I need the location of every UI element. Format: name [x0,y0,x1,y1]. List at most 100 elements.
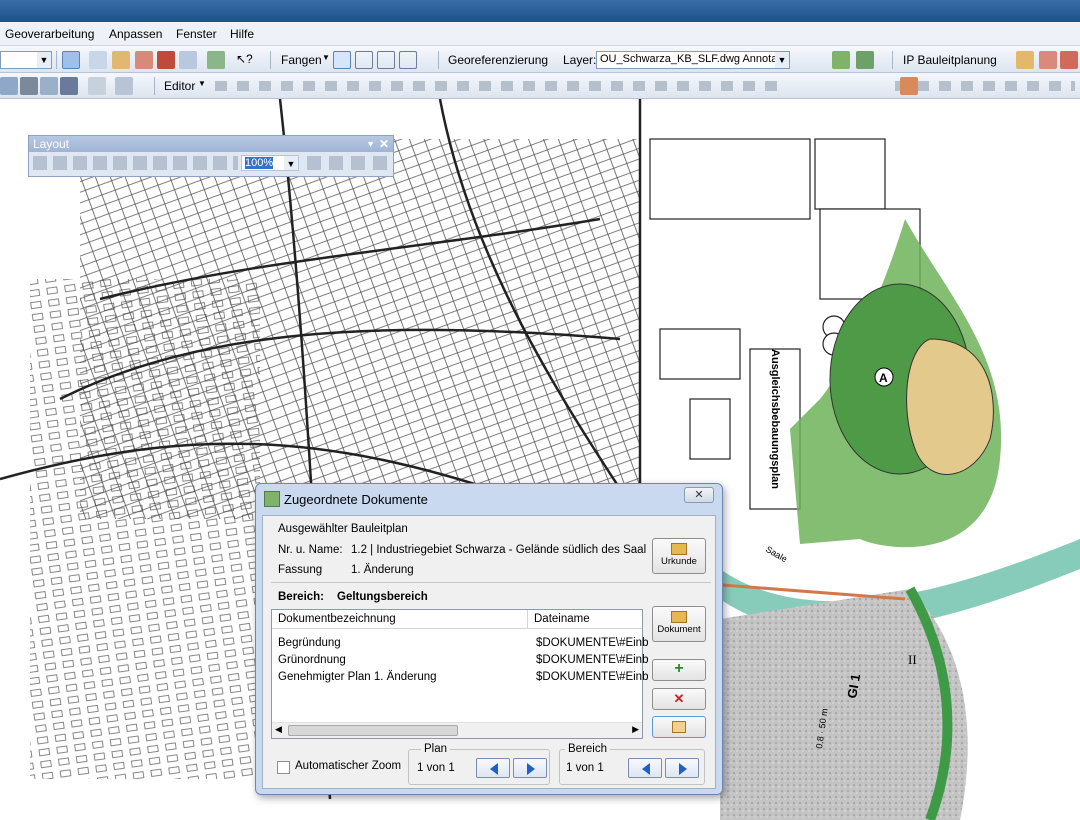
close-icon[interactable]: ✕ [379,136,389,152]
model-builder-icon[interactable] [207,51,225,69]
column-header-dateiname[interactable]: Dateiname [528,610,642,629]
separator [270,51,271,69]
link-table-icon[interactable] [856,51,874,69]
table-row[interactable]: Grünordnung $DOKUMENTE\#Einb [272,652,648,669]
chevron-down-icon: ▼ [775,52,789,68]
dokument-button-label: Dokument [657,624,701,635]
arrow-left-icon [642,763,650,775]
help-pointer-icon[interactable]: ↖? [236,52,253,66]
scale-combo[interactable]: ▼ [0,51,52,69]
menu-fenster[interactable]: Fenster [176,27,217,41]
ip-bauleitplanung-menu[interactable]: IP Bauleitplanung [903,53,997,67]
plan-delete-icon[interactable] [1060,51,1078,69]
snap-point-icon[interactable] [333,51,351,69]
scrollbar-thumb[interactable] [288,725,458,736]
table-row[interactable]: Genehmigter Plan 1. Änderung $DOKUMENTE\… [272,669,648,686]
editing-tools-disabled [215,81,785,91]
python-window-icon[interactable] [179,51,197,69]
layout-tools-disabled [33,156,238,170]
snap-edge-icon[interactable] [399,51,417,69]
plan-nav-label: Plan [421,743,451,755]
column-header-bezeichnung[interactable]: Dokumentbezeichnung [272,610,528,629]
layout-toolbar: Layout ▼ ✕ 100% ▼ [28,135,394,177]
plan-prev-button[interactable] [476,758,510,778]
snap-end-icon[interactable] [355,51,373,69]
layout-zoom-value: 100% [245,157,274,169]
edit-sketch-icon[interactable] [62,51,80,69]
toolbar-editor: Editor ▼ [0,73,1080,99]
close-button[interactable]: ✕ [684,487,714,503]
arrow-left-icon [490,763,498,775]
edit-document-icon [672,721,686,733]
add-control-points-icon[interactable] [832,51,850,69]
open-folder-icon[interactable] [1016,51,1034,69]
separator [56,51,57,69]
network-icon[interactable] [40,77,58,95]
map-label-a: A [879,371,888,385]
go-to-xy-icon[interactable] [60,77,78,95]
binoculars-icon[interactable] [20,77,38,95]
plan-edit-icon[interactable] [1039,51,1057,69]
plan-tools-disabled [895,81,1075,91]
menu-geoverarbeitung[interactable]: Geoverarbeitung [5,27,94,41]
nr-value: 1.2 | Industriegebiet Schwarza - Gelände… [351,544,647,556]
edit-button[interactable] [652,716,706,738]
bereich-value: Geltungsbereich [337,591,428,603]
snap-vertex-icon[interactable] [377,51,395,69]
chevron-down-icon: ▼ [198,79,206,88]
layout-zoom-select[interactable]: 100% ▼ [241,155,299,171]
georeferenzierung-menu[interactable]: Georeferenzierung [448,53,548,67]
table-row[interactable]: Begründung $DOKUMENTE\#Einb [272,635,648,652]
fassung-label: Fassung [278,564,323,576]
nr-label: Nr. u. Name: [278,544,343,556]
table-icon[interactable] [89,51,107,69]
dokument-button[interactable]: Dokument [652,606,706,642]
scroll-left-icon[interactable]: ◀ [275,724,282,735]
add-button[interactable]: + [652,659,706,681]
urkunde-button-label: Urkunde [661,556,697,567]
plus-icon: + [674,660,684,677]
plan-next-button[interactable] [513,758,547,778]
layout-toolbar-title: Layout ▼ ✕ [29,136,393,152]
urkunde-button[interactable]: Urkunde [652,538,706,574]
chevron-down-icon: ▼ [322,53,330,62]
folder-icon [671,611,687,623]
delete-button[interactable]: ✕ [652,688,706,710]
search-window-icon[interactable] [135,51,153,69]
horizontal-scrollbar[interactable]: ◀ ▶ [272,722,642,738]
layer-select[interactable]: OU_Schwarza_KB_SLF.dwg Annota ▼ [596,51,790,69]
catalog-icon[interactable] [112,51,130,69]
separator [438,51,439,69]
auto-zoom-checkbox[interactable] [277,761,290,774]
group-label: Ausgewählter Bauleitplan [278,523,408,535]
chevron-down-icon[interactable]: ▼ [366,136,375,152]
dialog-zugeordnete-dokumente: Zugeordnete Dokumente ✕ Ausgewählter Bau… [255,483,723,795]
separator [892,51,893,69]
layout-tools-2[interactable] [307,156,387,170]
measure-icon[interactable] [88,77,106,95]
row-file: $DOKUMENTE\#Einb [536,637,649,649]
magnifier-icon[interactable] [115,77,133,95]
layer-select-value: OU_Schwarza_KB_SLF.dwg Annota [600,53,778,65]
menu-anpassen[interactable]: Anpassen [109,27,162,41]
bereich-prev-button[interactable] [628,758,662,778]
layer-label: Layer: [563,53,597,67]
bereich-next-button[interactable] [665,758,699,778]
dialog-title: Zugeordnete Dokumente [284,492,428,507]
dialog-body: Ausgewählter Bauleitplan Nr. u. Name: 1.… [262,515,716,789]
row-file: $DOKUMENTE\#Einb [536,654,649,666]
folder-icon [671,543,687,555]
rotate-icon[interactable] [800,51,818,69]
chevron-down-icon: ▼ [284,156,298,170]
window-title-bar [0,0,1080,22]
editor-menu[interactable]: Editor [164,79,195,93]
toolbox-icon[interactable] [157,51,175,69]
layout-title-text: Layout [33,137,70,151]
arrow-right-icon [679,763,687,775]
urban-parcels-west [30,279,260,779]
plan-tool-icon[interactable] [900,77,918,95]
table-icon[interactable] [0,77,18,95]
menu-hilfe[interactable]: Hilfe [230,27,254,41]
scroll-right-icon[interactable]: ▶ [632,724,639,735]
fangen-menu[interactable]: Fangen [281,53,322,67]
